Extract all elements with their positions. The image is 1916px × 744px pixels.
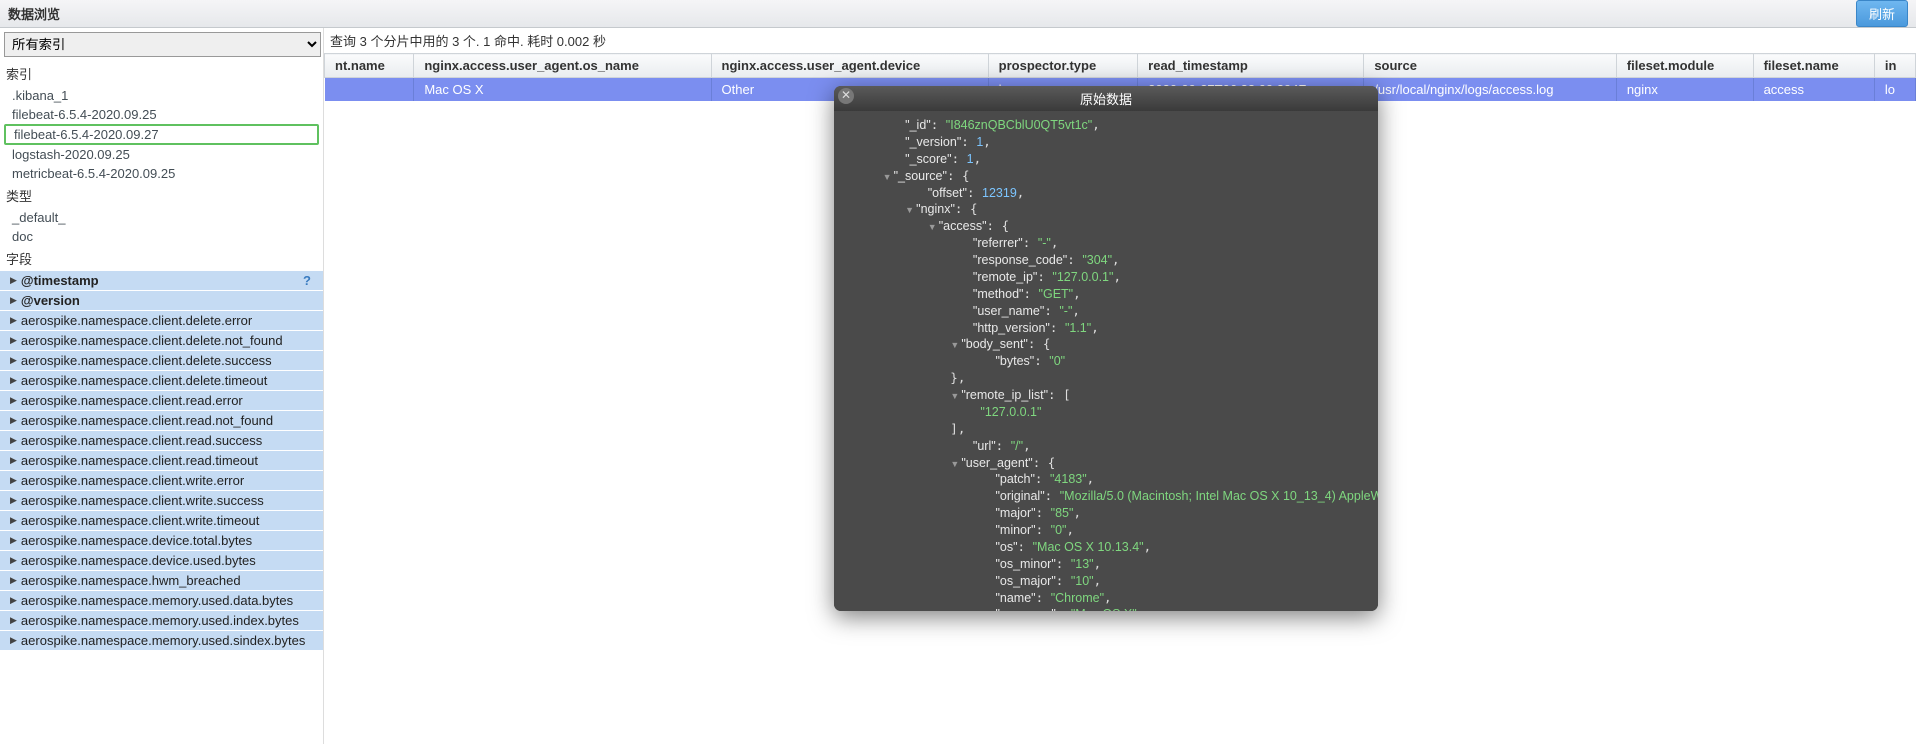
sidebar-field-item[interactable]: aerospike.namespace.memory.used.sindex.b… — [0, 631, 323, 651]
query-info: 查询 3 个分片中用的 3 个. 1 命中. 耗时 0.002 秒 — [324, 28, 1916, 53]
cell: /usr/local/nginx/logs/access.log — [1364, 78, 1617, 102]
cell: Mac OS X — [414, 78, 711, 102]
sidebar-field-item[interactable]: aerospike.namespace.client.write.success — [0, 491, 323, 511]
expand-icon — [10, 295, 17, 306]
expand-icon — [10, 375, 17, 386]
column-header[interactable]: source — [1364, 54, 1617, 78]
expand-icon — [10, 515, 17, 526]
expand-icon — [10, 555, 17, 566]
sidebar-field-item[interactable]: aerospike.namespace.device.total.bytes — [0, 531, 323, 551]
expand-icon — [10, 315, 17, 326]
expand-icon — [10, 275, 17, 286]
expand-icon — [10, 495, 17, 506]
expand-icon — [10, 455, 17, 466]
sidebar: 所有索引 索引 .kibana_1filebeat-6.5.4-2020.09.… — [0, 28, 324, 744]
sidebar-index-item[interactable]: filebeat-6.5.4-2020.09.27 — [4, 124, 319, 145]
sidebar-index-item[interactable]: .kibana_1 — [0, 86, 323, 105]
cell: nginx — [1616, 78, 1753, 102]
column-header[interactable]: in — [1874, 54, 1915, 78]
column-header[interactable]: prospector.type — [988, 54, 1138, 78]
expand-icon — [10, 615, 17, 626]
sidebar-field-item[interactable]: aerospike.namespace.memory.used.data.byt… — [0, 591, 323, 611]
expand-icon — [10, 535, 17, 546]
expand-icon — [10, 335, 17, 346]
sidebar-field-item[interactable]: aerospike.namespace.client.delete.succes… — [0, 351, 323, 371]
sidebar-field-item[interactable]: aerospike.namespace.client.read.timeout — [0, 451, 323, 471]
modal-title: 原始数据 — [1080, 92, 1132, 107]
column-header[interactable]: nt.name — [325, 54, 414, 78]
help-icon[interactable]: ? — [303, 273, 317, 288]
modal-header: ✕ 原始数据 — [834, 86, 1378, 111]
sidebar-field-item[interactable]: aerospike.namespace.client.read.error — [0, 391, 323, 411]
raw-data-modal: ✕ 原始数据 "_id": "I846znQBCblU0QT5vt1c", "_… — [834, 86, 1378, 611]
sidebar-field-item[interactable]: aerospike.namespace.device.used.bytes — [0, 551, 323, 571]
expand-icon — [10, 355, 17, 366]
types-label: 类型 — [0, 183, 323, 208]
refresh-button[interactable]: 刷新 — [1856, 0, 1908, 27]
indices-label: 索引 — [0, 61, 323, 86]
column-header[interactable]: nginx.access.user_agent.device — [711, 54, 988, 78]
column-header[interactable]: fileset.name — [1753, 54, 1874, 78]
sidebar-field-item[interactable]: aerospike.namespace.client.delete.not_fo… — [0, 331, 323, 351]
page-title: 数据浏览 — [8, 4, 60, 23]
sidebar-field-item[interactable]: aerospike.namespace.client.write.timeout — [0, 511, 323, 531]
sidebar-type-item[interactable]: _default_ — [0, 208, 323, 227]
expand-icon — [10, 635, 17, 646]
sidebar-field-item[interactable]: aerospike.namespace.client.delete.error — [0, 311, 323, 331]
main-content: 查询 3 个分片中用的 3 个. 1 命中. 耗时 0.002 秒 nt.nam… — [324, 28, 1916, 744]
expand-icon — [10, 595, 17, 606]
expand-icon — [10, 475, 17, 486]
sidebar-index-item[interactable]: metricbeat-6.5.4-2020.09.25 — [0, 164, 323, 183]
sidebar-field-item[interactable]: aerospike.namespace.memory.used.index.by… — [0, 611, 323, 631]
sidebar-type-item[interactable]: doc — [0, 227, 323, 246]
sidebar-field-item[interactable]: aerospike.namespace.client.write.error — [0, 471, 323, 491]
json-viewer[interactable]: "_id": "I846znQBCblU0QT5vt1c", "_version… — [834, 111, 1378, 611]
sidebar-field-item[interactable]: aerospike.namespace.client.read.success — [0, 431, 323, 451]
fields-label: 字段 — [0, 246, 323, 271]
close-icon[interactable]: ✕ — [838, 88, 854, 104]
sidebar-index-item[interactable]: filebeat-6.5.4-2020.09.25 — [0, 105, 323, 124]
sidebar-index-item[interactable]: logstash-2020.09.25 — [0, 145, 323, 164]
cell — [325, 78, 414, 102]
sidebar-field-item[interactable]: aerospike.namespace.hwm_breached — [0, 571, 323, 591]
expand-icon — [10, 575, 17, 586]
expand-icon — [10, 395, 17, 406]
expand-icon — [10, 435, 17, 446]
index-select[interactable]: 所有索引 — [4, 32, 321, 57]
cell: lo — [1874, 78, 1915, 102]
column-header[interactable]: fileset.module — [1616, 54, 1753, 78]
column-header[interactable]: read_timestamp — [1138, 54, 1364, 78]
sidebar-field-item[interactable]: aerospike.namespace.client.read.not_foun… — [0, 411, 323, 431]
expand-icon — [10, 415, 17, 426]
sidebar-field-item[interactable]: @timestamp? — [0, 271, 323, 291]
cell: access — [1753, 78, 1874, 102]
app-header: 数据浏览 刷新 — [0, 0, 1916, 28]
column-header[interactable]: nginx.access.user_agent.os_name — [414, 54, 711, 78]
sidebar-field-item[interactable]: aerospike.namespace.client.delete.timeou… — [0, 371, 323, 391]
sidebar-field-item[interactable]: @version — [0, 291, 323, 311]
